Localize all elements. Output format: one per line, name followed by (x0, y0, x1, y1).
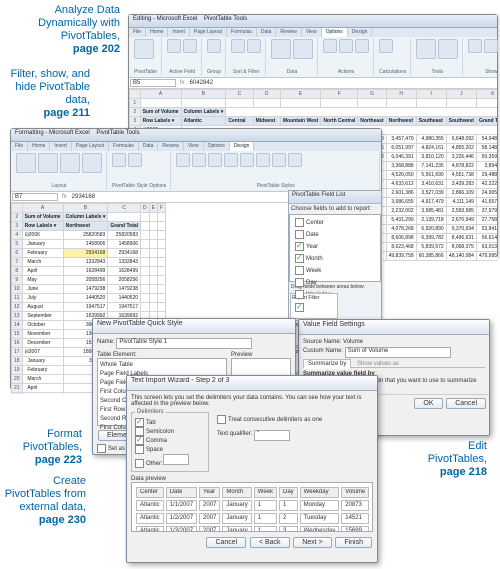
delimiter-space-checkbox[interactable] (135, 445, 144, 454)
consecutive-delimiters-checkbox[interactable] (217, 415, 226, 424)
text-qualifier-select[interactable]: " (254, 430, 290, 441)
finish-button[interactable]: Finish (335, 537, 372, 548)
callout-format: Format PivotTables, page 223 (4, 428, 82, 467)
titlebar: Formatting - Microsoft Excel PivotTable … (11, 129, 381, 142)
callout-create: Create PivotTables from external data,pa… (0, 475, 86, 527)
callout-analyze: Analyze Data Dynamically with PivotTable… (10, 4, 120, 56)
style-name-input[interactable]: PivotTable Style 1 (116, 338, 252, 349)
dialog-title: New PivotTable Quick Style (93, 319, 295, 334)
data-preview: CenterDateYearMonthWeekDayWeekdayVolumeA… (131, 482, 373, 532)
delimiter-tab-checkbox[interactable] (135, 418, 144, 427)
text-import-wizard-dialog: Text Import Wizard - Step 2 of 3 This sc… (126, 375, 378, 563)
ribbon-tabs[interactable]: FileHomeInsertPage LayoutFormulasDataRev… (129, 28, 497, 37)
delimiter-comma-checkbox[interactable] (135, 436, 144, 445)
dialog-title: Value Field Settings (299, 320, 489, 335)
ok-button[interactable]: OK (414, 398, 442, 409)
custom-name-input[interactable]: Sum of Volume (345, 347, 451, 358)
titlebar: Editing - Microsoft Excel PivotTable Too… (129, 15, 497, 28)
cancel-button[interactable]: Cancel (446, 398, 486, 409)
back-button[interactable]: < Back (250, 537, 290, 548)
callout-filter: Filter, show, and hide PivotTable data,p… (0, 68, 90, 120)
delimiter-other-checkbox[interactable] (135, 459, 144, 468)
ribbon-tabs[interactable]: FileHomeInsertPage LayoutFormulasDataRev… (11, 142, 381, 151)
ribbon[interactable]: Layout PivotTable Style Options PivotTab… (11, 151, 381, 192)
formula-bar[interactable]: B5fx6042842 (129, 78, 497, 89)
ribbon[interactable]: PivotTable Active Field Group Sort & Fil… (129, 37, 497, 78)
cancel-button[interactable]: Cancel (206, 537, 246, 548)
next-button[interactable]: Next > (293, 537, 331, 548)
callout-edit: Edit PivotTables, page 218 (407, 440, 487, 479)
dialog-title: Text Import Wizard - Step 2 of 3 (127, 376, 377, 391)
